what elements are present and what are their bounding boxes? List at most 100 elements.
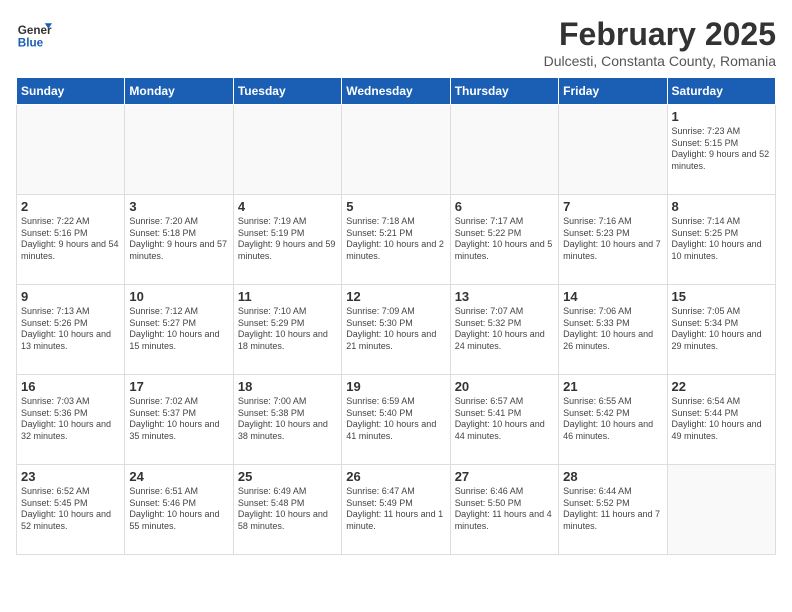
calendar-day-cell: 7 Sunrise: 7:16 AM Sunset: 5:23 PM Daylig… <box>559 195 667 285</box>
title-block: February 2025 Dulcesti, Constanta County… <box>544 16 776 69</box>
day-info: Sunrise: 7:02 AM Sunset: 5:37 PM Dayligh… <box>129 396 228 443</box>
day-info: Sunrise: 7:07 AM Sunset: 5:32 PM Dayligh… <box>455 306 554 353</box>
day-number: 14 <box>563 289 662 304</box>
day-number: 15 <box>672 289 771 304</box>
calendar-week-row: 1 Sunrise: 7:23 AM Sunset: 5:15 PM Daylig… <box>17 105 776 195</box>
day-info: Sunrise: 7:06 AM Sunset: 5:33 PM Dayligh… <box>563 306 662 353</box>
day-number: 13 <box>455 289 554 304</box>
weekday-header-wednesday: Wednesday <box>342 78 450 105</box>
calendar-day-cell <box>559 105 667 195</box>
calendar-day-cell <box>125 105 233 195</box>
calendar-day-cell: 8Sunrise: 7:14 AM Sunset: 5:25 PM Daylig… <box>667 195 775 285</box>
day-info: Sunrise: 6:51 AM Sunset: 5:46 PM Dayligh… <box>129 486 228 533</box>
day-number: 5 <box>346 199 445 214</box>
logo-icon: General Blue <box>16 16 52 52</box>
calendar-day-cell: 13 Sunrise: 7:07 AM Sunset: 5:32 PM Dayli… <box>450 285 558 375</box>
calendar-day-cell: 10 Sunrise: 7:12 AM Sunset: 5:27 PM Dayli… <box>125 285 233 375</box>
day-number: 7 <box>563 199 662 214</box>
weekday-header-monday: Monday <box>125 78 233 105</box>
day-info: Sunrise: 6:59 AM Sunset: 5:40 PM Dayligh… <box>346 396 445 443</box>
day-number: 3 <box>129 199 228 214</box>
calendar-day-cell: 24 Sunrise: 6:51 AM Sunset: 5:46 PM Dayli… <box>125 465 233 555</box>
calendar-week-row: 2 Sunrise: 7:22 AM Sunset: 5:16 PM Daylig… <box>17 195 776 285</box>
calendar-day-cell: 28Sunrise: 6:44 AM Sunset: 5:52 PM Dayli… <box>559 465 667 555</box>
weekday-header-row: SundayMondayTuesdayWednesdayThursdayFrid… <box>17 78 776 105</box>
day-number: 23 <box>21 469 120 484</box>
weekday-header-saturday: Saturday <box>667 78 775 105</box>
day-info: Sunrise: 6:57 AM Sunset: 5:41 PM Dayligh… <box>455 396 554 443</box>
calendar-day-cell: 22 Sunrise: 6:54 AM Sunset: 5:44 PM Dayli… <box>667 375 775 465</box>
calendar-day-cell: 27 Sunrise: 6:46 AM Sunset: 5:50 PM Dayli… <box>450 465 558 555</box>
calendar-day-cell <box>17 105 125 195</box>
calendar-day-cell <box>233 105 341 195</box>
day-number: 27 <box>455 469 554 484</box>
day-number: 4 <box>238 199 337 214</box>
calendar-day-cell <box>450 105 558 195</box>
calendar-day-cell: 1 Sunrise: 7:23 AM Sunset: 5:15 PM Daylig… <box>667 105 775 195</box>
calendar-day-cell: 19 Sunrise: 6:59 AM Sunset: 5:40 PM Dayli… <box>342 375 450 465</box>
calendar-day-cell: 21 Sunrise: 6:55 AM Sunset: 5:42 PM Dayli… <box>559 375 667 465</box>
calendar-day-cell <box>667 465 775 555</box>
day-number: 11 <box>238 289 337 304</box>
day-info: Sunrise: 6:52 AM Sunset: 5:45 PM Dayligh… <box>21 486 120 533</box>
day-info: Sunrise: 6:47 AM Sunset: 5:49 PM Dayligh… <box>346 486 445 533</box>
day-info: Sunrise: 7:05 AM Sunset: 5:34 PM Dayligh… <box>672 306 771 353</box>
day-info: Sunrise: 6:44 AM Sunset: 5:52 PM Dayligh… <box>563 486 662 533</box>
calendar-day-cell: 15 Sunrise: 7:05 AM Sunset: 5:34 PM Dayli… <box>667 285 775 375</box>
calendar-day-cell <box>342 105 450 195</box>
calendar-day-cell: 4 Sunrise: 7:19 AM Sunset: 5:19 PM Daylig… <box>233 195 341 285</box>
day-number: 20 <box>455 379 554 394</box>
day-number: 18 <box>238 379 337 394</box>
day-info: Sunrise: 7:13 AM Sunset: 5:26 PM Dayligh… <box>21 306 120 353</box>
day-info: Sunrise: 7:09 AM Sunset: 5:30 PM Dayligh… <box>346 306 445 353</box>
day-info: Sunrise: 7:22 AM Sunset: 5:16 PM Dayligh… <box>21 216 120 263</box>
day-number: 10 <box>129 289 228 304</box>
calendar-day-cell: 11 Sunrise: 7:10 AM Sunset: 5:29 PM Dayli… <box>233 285 341 375</box>
day-info: Sunrise: 6:54 AM Sunset: 5:44 PM Dayligh… <box>672 396 771 443</box>
calendar-day-cell: 5 Sunrise: 7:18 AM Sunset: 5:21 PM Daylig… <box>342 195 450 285</box>
day-number: 9 <box>21 289 120 304</box>
calendar-week-row: 9 Sunrise: 7:13 AM Sunset: 5:26 PM Daylig… <box>17 285 776 375</box>
calendar-day-cell: 23 Sunrise: 6:52 AM Sunset: 5:45 PM Dayli… <box>17 465 125 555</box>
day-number: 16 <box>21 379 120 394</box>
day-info: Sunrise: 7:19 AM Sunset: 5:19 PM Dayligh… <box>238 216 337 263</box>
day-info: Sunrise: 7:18 AM Sunset: 5:21 PM Dayligh… <box>346 216 445 263</box>
day-info: Sunrise: 6:55 AM Sunset: 5:42 PM Dayligh… <box>563 396 662 443</box>
day-info: Sunrise: 7:20 AM Sunset: 5:18 PM Dayligh… <box>129 216 228 263</box>
calendar-day-cell: 17 Sunrise: 7:02 AM Sunset: 5:37 PM Dayli… <box>125 375 233 465</box>
calendar-day-cell: 12 Sunrise: 7:09 AM Sunset: 5:30 PM Dayli… <box>342 285 450 375</box>
day-info: Sunrise: 7:10 AM Sunset: 5:29 PM Dayligh… <box>238 306 337 353</box>
day-info: Sunrise: 7:16 AM Sunset: 5:23 PM Dayligh… <box>563 216 662 263</box>
calendar-day-cell: 16 Sunrise: 7:03 AM Sunset: 5:36 PM Dayli… <box>17 375 125 465</box>
day-number: 24 <box>129 469 228 484</box>
weekday-header-friday: Friday <box>559 78 667 105</box>
day-number: 12 <box>346 289 445 304</box>
day-number: 1 <box>672 109 771 124</box>
day-number: 2 <box>21 199 120 214</box>
weekday-header-tuesday: Tuesday <box>233 78 341 105</box>
calendar-day-cell: 14 Sunrise: 7:06 AM Sunset: 5:33 PM Dayli… <box>559 285 667 375</box>
calendar-week-row: 23 Sunrise: 6:52 AM Sunset: 5:45 PM Dayli… <box>17 465 776 555</box>
day-number: 17 <box>129 379 228 394</box>
day-number: 25 <box>238 469 337 484</box>
day-info: Sunrise: 7:03 AM Sunset: 5:36 PM Dayligh… <box>21 396 120 443</box>
day-number: 21 <box>563 379 662 394</box>
calendar-day-cell: 18Sunrise: 7:00 AM Sunset: 5:38 PM Dayli… <box>233 375 341 465</box>
logo: General Blue <box>16 16 52 52</box>
day-number: 26 <box>346 469 445 484</box>
day-info: Sunrise: 7:23 AM Sunset: 5:15 PM Dayligh… <box>672 126 771 173</box>
day-info: Sunrise: 6:46 AM Sunset: 5:50 PM Dayligh… <box>455 486 554 533</box>
day-number: 19 <box>346 379 445 394</box>
calendar-day-cell: 26 Sunrise: 6:47 AM Sunset: 5:49 PM Dayli… <box>342 465 450 555</box>
day-info: Sunrise: 7:14 AM Sunset: 5:25 PM Dayligh… <box>672 216 771 263</box>
weekday-header-sunday: Sunday <box>17 78 125 105</box>
day-info: Sunrise: 7:12 AM Sunset: 5:27 PM Dayligh… <box>129 306 228 353</box>
day-number: 6 <box>455 199 554 214</box>
day-number: 22 <box>672 379 771 394</box>
calendar-week-row: 16 Sunrise: 7:03 AM Sunset: 5:36 PM Dayli… <box>17 375 776 465</box>
main-title: February 2025 <box>544 16 776 53</box>
calendar-day-cell: 2 Sunrise: 7:22 AM Sunset: 5:16 PM Daylig… <box>17 195 125 285</box>
weekday-header-thursday: Thursday <box>450 78 558 105</box>
calendar-table: SundayMondayTuesdayWednesdayThursdayFrid… <box>16 77 776 555</box>
calendar-day-cell: 3 Sunrise: 7:20 AM Sunset: 5:18 PM Daylig… <box>125 195 233 285</box>
